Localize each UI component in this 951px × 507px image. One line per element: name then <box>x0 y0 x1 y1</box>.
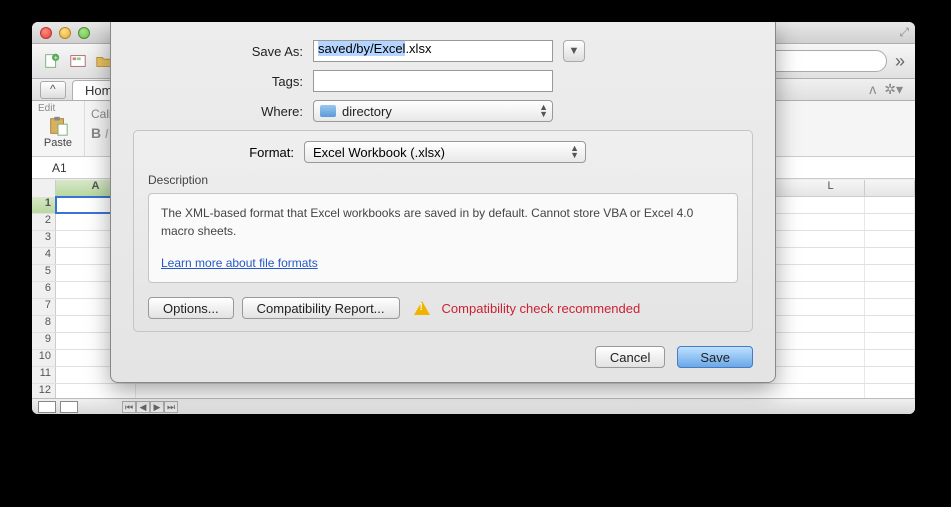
window-zoom-button[interactable] <box>78 27 90 39</box>
options-button[interactable]: Options... <box>148 297 234 319</box>
row-header[interactable]: 10 <box>32 350 56 366</box>
view-layout-button[interactable] <box>60 401 78 413</box>
sheet-nav-next[interactable]: ▶ <box>150 401 164 413</box>
row-header[interactable]: 1 <box>32 197 56 213</box>
where-popup[interactable]: directory ▲▼ <box>313 100 553 122</box>
window-close-button[interactable] <box>40 27 52 39</box>
sheet-nav-last[interactable]: ⏭ <box>164 401 178 413</box>
column-header-l[interactable]: L <box>797 180 865 196</box>
expand-save-button[interactable]: ▼ <box>563 40 585 62</box>
group-label-edit: Edit <box>38 103 78 114</box>
where-label: Where: <box>133 104 313 119</box>
format-label: Format: <box>148 145 304 160</box>
view-normal-button[interactable] <box>38 401 56 413</box>
compatibility-report-button[interactable]: Compatibility Report... <box>242 297 400 319</box>
toolbar-overflow-icon[interactable]: » <box>895 51 905 72</box>
paste-button[interactable]: Paste <box>38 114 78 150</box>
format-section: Format: Excel Workbook (.xlsx) ▲▼ Descri… <box>133 130 753 332</box>
row-header[interactable]: 6 <box>32 282 56 298</box>
save-dialog: Save As: saved/by/Excel.xlsx ▼ Tags: Whe… <box>110 22 776 383</box>
templates-icon[interactable] <box>66 49 90 73</box>
description-box: The XML-based format that Excel workbook… <box>148 193 738 283</box>
new-workbook-icon[interactable]: + <box>40 49 64 73</box>
learn-more-link[interactable]: Learn more about file formats <box>161 254 318 272</box>
row-header[interactable]: 3 <box>32 231 56 247</box>
row-header[interactable]: 2 <box>32 214 56 230</box>
tags-field[interactable] <box>313 70 553 92</box>
ribbon-expand-icon[interactable]: ʌ <box>869 81 876 98</box>
save-button[interactable]: Save <box>677 346 753 368</box>
row-header[interactable]: 7 <box>32 299 56 315</box>
sheet-nav-prev[interactable]: ◀ <box>136 401 150 413</box>
window-minimize-button[interactable] <box>59 27 71 39</box>
format-popup[interactable]: Excel Workbook (.xlsx) ▲▼ <box>304 141 586 163</box>
description-label: Description <box>148 173 738 187</box>
svg-text:+: + <box>54 53 58 62</box>
row-header[interactable]: 4 <box>32 248 56 264</box>
warning-icon <box>414 301 430 315</box>
tags-label: Tags: <box>133 74 313 89</box>
bold-button[interactable]: B <box>91 125 101 141</box>
italic-button[interactable]: I <box>105 126 109 141</box>
row-header[interactable]: 11 <box>32 367 56 383</box>
folder-icon <box>320 105 336 117</box>
status-bar: ⏮ ◀ ▶ ⏭ <box>32 398 915 414</box>
ribbon-settings-icon[interactable]: ✲▾ <box>884 81 903 98</box>
sheet-nav-first[interactable]: ⏮ <box>122 401 136 413</box>
ribbon-collapse-button[interactable] <box>40 81 66 99</box>
save-as-label: Save As: <box>133 44 313 59</box>
compatibility-message: Compatibility check recommended <box>442 301 641 316</box>
fullscreen-icon[interactable]: ⤢ <box>899 25 909 40</box>
row-header[interactable]: 9 <box>32 333 56 349</box>
save-as-field[interactable]: saved/by/Excel.xlsx <box>313 40 553 62</box>
row-header[interactable]: 8 <box>32 316 56 332</box>
row-header[interactable]: 5 <box>32 265 56 281</box>
cancel-button[interactable]: Cancel <box>595 346 665 368</box>
